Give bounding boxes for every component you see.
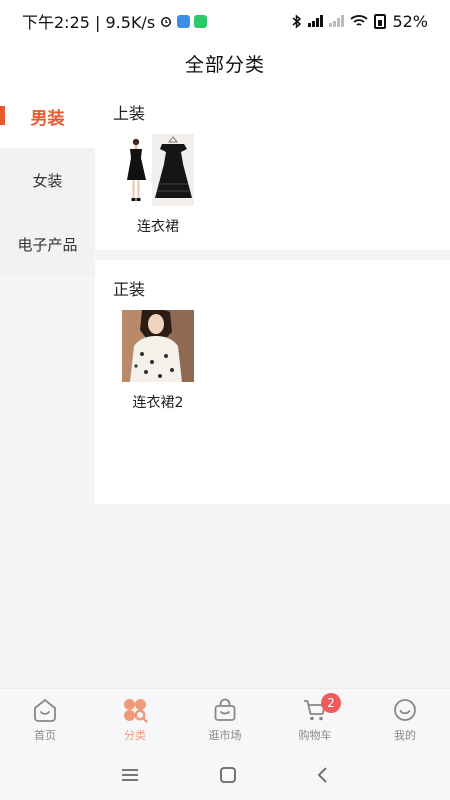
tab-home[interactable]: 首页 (0, 689, 90, 750)
category-icon (124, 698, 148, 723)
wifi-icon (350, 15, 369, 26)
alarm-icon (161, 17, 172, 27)
section-title: 上装 (113, 104, 146, 123)
tab-label: 我的 (394, 728, 416, 742)
goods-name: 连衣裙2 (132, 395, 184, 411)
goods-item[interactable]: 连衣裙2 (113, 310, 203, 412)
bag-icon (214, 698, 236, 721)
status-right: 52% (292, 12, 428, 31)
home-square-icon[interactable] (219, 766, 237, 784)
menu-icon[interactable] (120, 767, 140, 783)
sidebar-item-womenswear[interactable]: 女装 (0, 148, 95, 212)
goods-grid: 连衣裙2 (113, 310, 432, 412)
tab-market[interactable]: 逛市场 (180, 689, 270, 750)
cart-badge: 2 (321, 693, 341, 713)
header: 全部分类 (0, 42, 450, 84)
tab-label: 逛市场 (208, 728, 242, 742)
category-sidebar: 男装 女装 电子产品 (0, 84, 95, 276)
signal-secondary-icon (329, 15, 345, 27)
goods-name: 连衣裙 (137, 219, 179, 235)
tab-label: 首页 (34, 728, 56, 742)
app-notification-icon (177, 14, 191, 28)
goods-image[interactable] (122, 310, 194, 382)
battery-level: 52% (392, 11, 428, 31)
back-icon[interactable] (316, 766, 330, 784)
signal-icon (308, 15, 324, 27)
goods-grid: 连衣裙 (113, 134, 432, 236)
bottom-tabbar: 首页 分类 逛市场 购物车 2 我的 (0, 688, 450, 750)
tab-label: 分类 (124, 728, 146, 742)
tab-profile[interactable]: 我的 (360, 689, 450, 750)
bluetooth-icon (292, 13, 302, 29)
category-section: 上装 连衣裙 (95, 84, 450, 250)
section-title: 正装 (113, 280, 146, 299)
status-bar: 下午2:25 | 9.5K/s 52% (0, 0, 450, 42)
status-time-speed: 下午2:25 | 9.5K/s (22, 13, 156, 32)
page-title: 全部分类 (184, 53, 265, 76)
sidebar-item-label: 男装 (30, 108, 65, 129)
sidebar-item-label: 电子产品 (17, 235, 78, 254)
sidebar-item-electronics[interactable]: 电子产品 (0, 212, 95, 276)
sidebar-item-menswear[interactable]: 男装 (0, 84, 95, 148)
system-nav-bar (0, 750, 450, 800)
battery-icon (374, 13, 387, 29)
status-left: 下午2:25 | 9.5K/s (22, 9, 208, 33)
tab-label: 购物车 (298, 728, 332, 742)
category-content: 上装 连衣裙 正装 连衣裙2 (95, 84, 450, 504)
goods-image[interactable] (122, 134, 194, 206)
home-icon (34, 698, 56, 722)
profile-icon (394, 698, 416, 721)
goods-item[interactable]: 连衣裙 (113, 134, 203, 236)
message-notification-icon (194, 14, 208, 28)
category-section: 正装 连衣裙2 (95, 260, 450, 504)
tab-category[interactable]: 分类 (90, 689, 180, 750)
sidebar-item-label: 女装 (32, 171, 63, 190)
tab-cart[interactable]: 购物车 2 (270, 689, 360, 750)
